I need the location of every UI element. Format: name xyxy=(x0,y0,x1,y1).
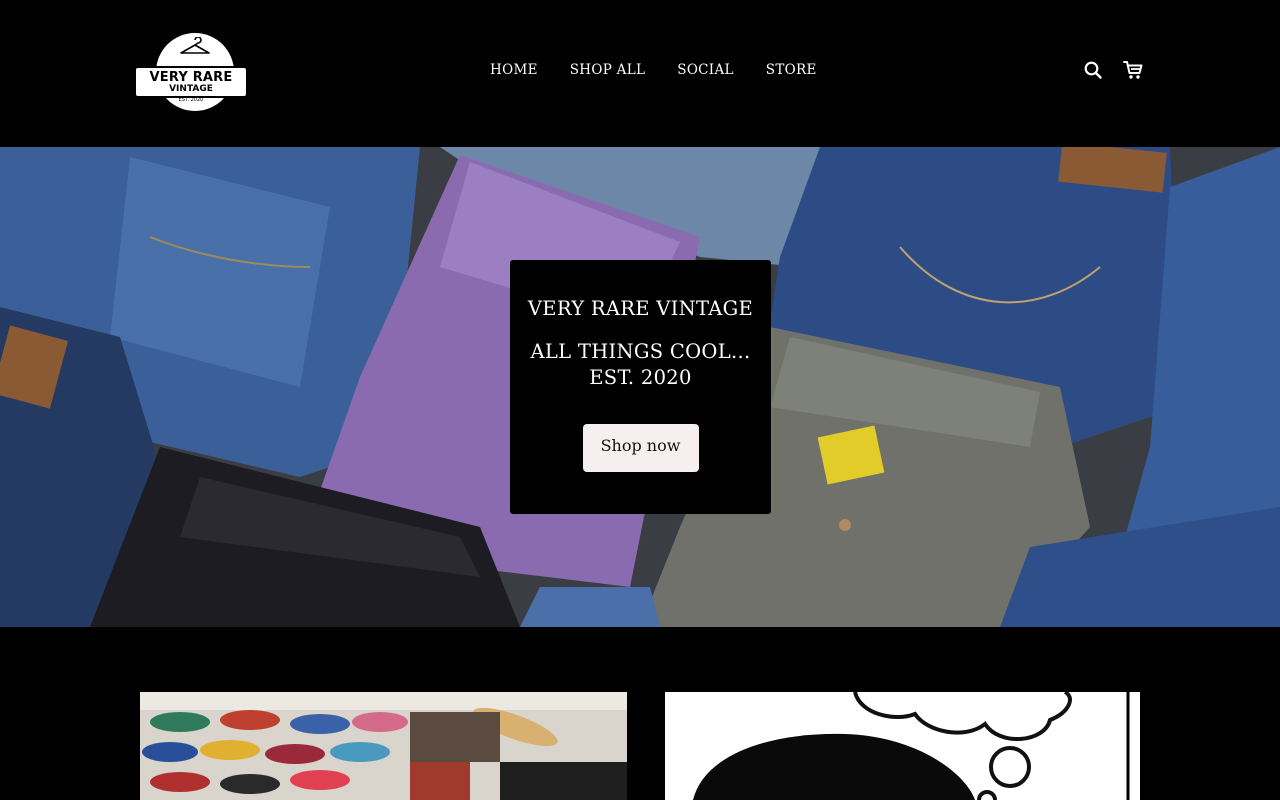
hero-subtitle-line-1: ALL THINGS COOL... xyxy=(530,340,751,363)
site-header: VERY RARE VINTAGE EST. 2020 HOME SHOP AL… xyxy=(0,0,1280,147)
hanger-icon xyxy=(180,37,210,54)
logo-text-top: VERY RARE xyxy=(149,69,233,85)
hero-card: VERY RARE VINTAGE ALL THINGS COOL... EST… xyxy=(510,260,771,514)
shop-now-button[interactable]: Shop now xyxy=(582,424,699,472)
hero-subtitle: ALL THINGS COOL... EST. 2020 xyxy=(510,339,771,391)
search-icon xyxy=(1084,61,1102,79)
logo-text-bottom: VINTAGE xyxy=(169,83,213,94)
logo-wordmark: VERY RARE VINTAGE xyxy=(134,66,248,98)
nav-shop-all[interactable]: SHOP ALL xyxy=(554,62,662,78)
brand-logo[interactable]: VERY RARE VINTAGE EST. 2020 xyxy=(134,33,248,111)
logo-est: EST. 2020 xyxy=(178,97,204,103)
hero-title: VERY RARE VINTAGE xyxy=(527,297,754,320)
nav-store[interactable]: STORE xyxy=(750,62,833,78)
main-nav: HOME SHOP ALL SOCIAL STORE xyxy=(474,62,833,78)
store-photo xyxy=(140,692,627,800)
search-button[interactable] xyxy=(1082,59,1104,81)
comic-art xyxy=(665,692,1140,800)
comic-illustration-image[interactable] xyxy=(665,692,1140,800)
hero-subtitle-line-2: EST. 2020 xyxy=(589,366,692,389)
nav-home[interactable]: HOME xyxy=(474,62,554,78)
store-interior-image[interactable] xyxy=(140,692,627,800)
cart-button[interactable] xyxy=(1122,59,1144,81)
hero-banner: VERY RARE VINTAGE ALL THINGS COOL... EST… xyxy=(0,147,1280,627)
nav-social[interactable]: SOCIAL xyxy=(661,62,750,78)
cart-icon xyxy=(1123,61,1143,79)
